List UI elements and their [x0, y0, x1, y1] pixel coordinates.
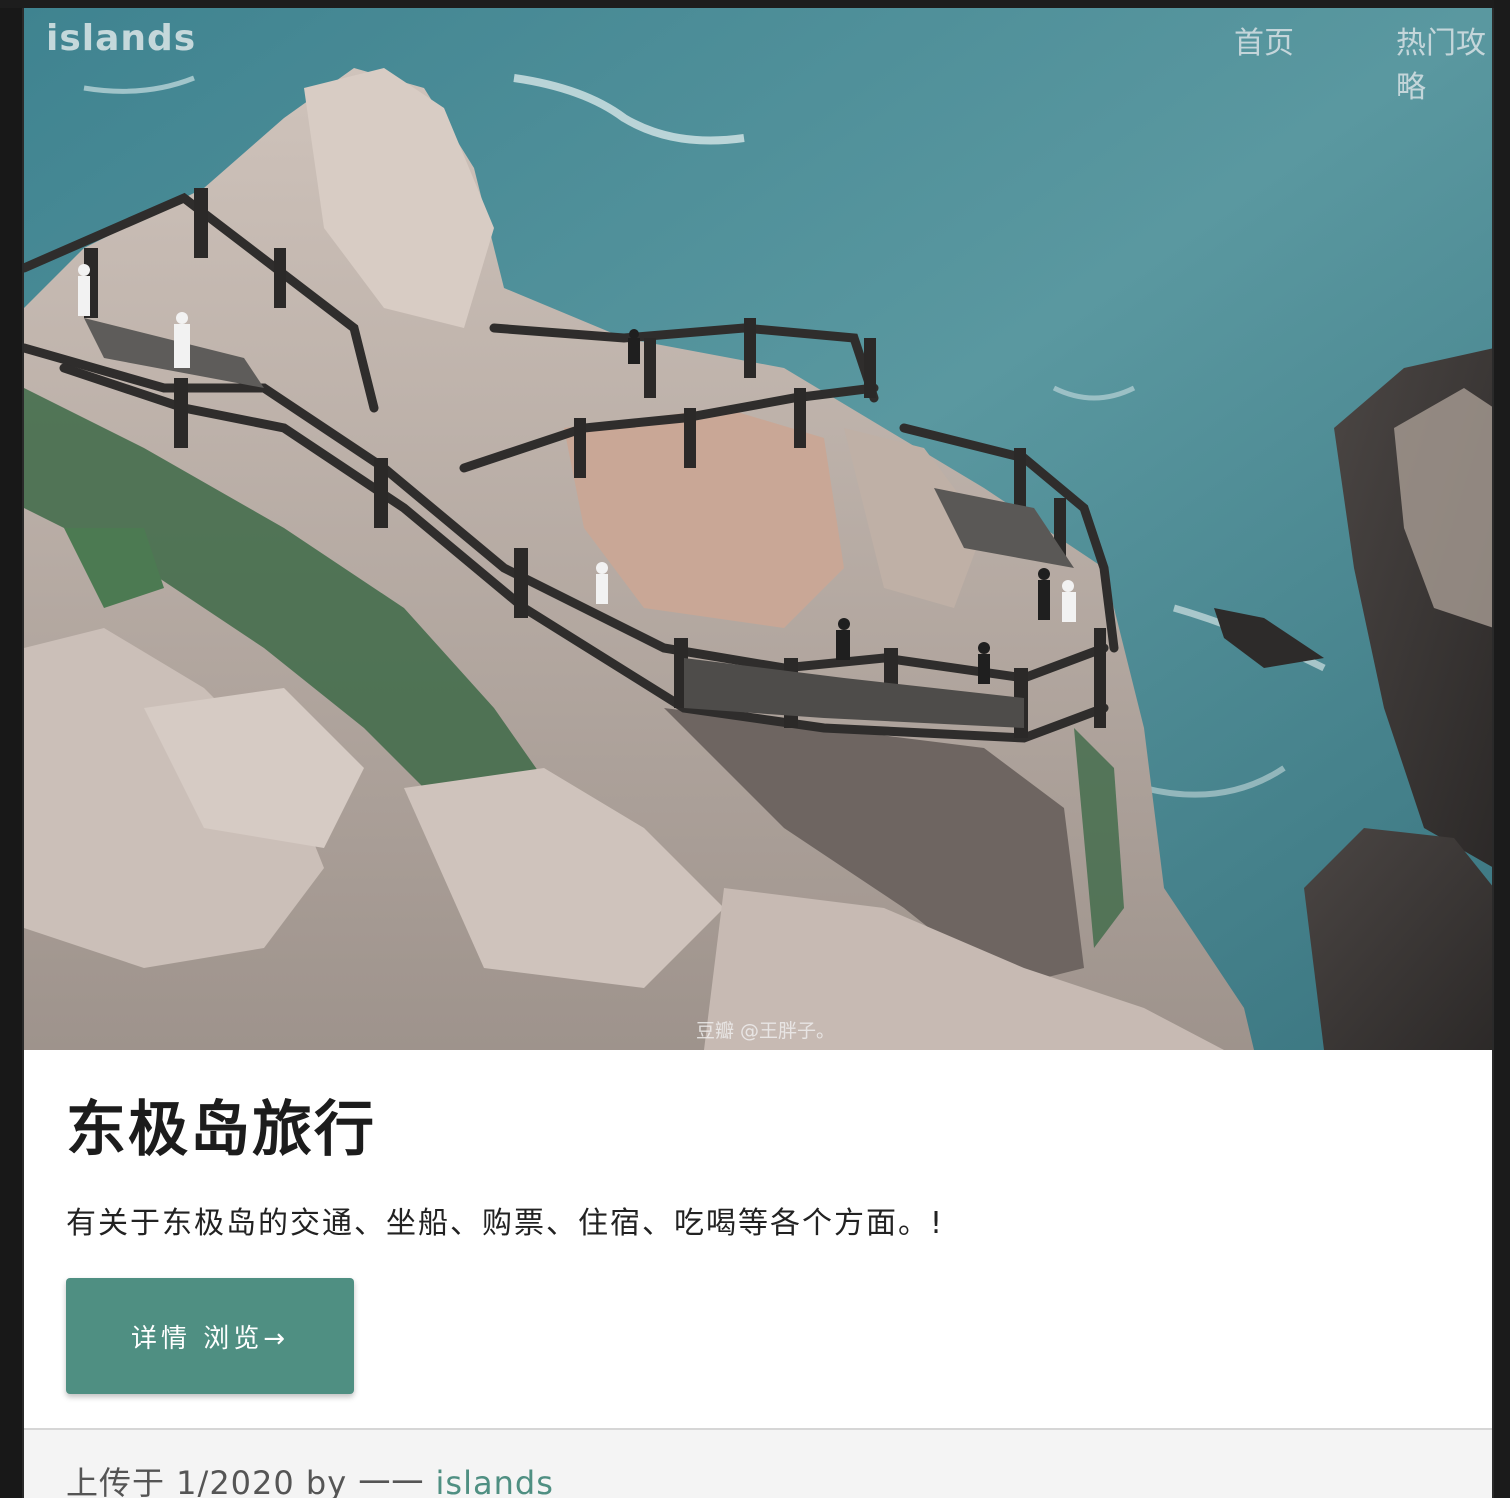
- page-frame: islands 首页 热门攻略 豆瓣 @王胖子。 东极岛旅行 有关于东极岛的交通…: [22, 8, 1494, 1498]
- window-top-edge: [0, 0, 1510, 8]
- hero-image: islands 首页 热门攻略 豆瓣 @王胖子。: [24, 8, 1492, 1050]
- author-link[interactable]: islands: [436, 1464, 554, 1498]
- hero-photo-illustration: [24, 8, 1492, 1050]
- article-card: 东极岛旅行 有关于东极岛的交通、坐船、购票、住宿、吃喝等各个方面。! 详情 浏览…: [24, 1050, 1492, 1436]
- article-description: 有关于东极岛的交通、坐船、购票、住宿、吃喝等各个方面。!: [66, 1206, 945, 1241]
- article-footer: 上传于 1/2020 by 一一 islands: [24, 1428, 1492, 1498]
- site-logo[interactable]: islands: [46, 18, 196, 59]
- image-watermark: 豆瓣 @王胖子。: [696, 1020, 836, 1042]
- upload-info: 上传于 1/2020 by 一一 islands: [66, 1458, 554, 1498]
- nav-home[interactable]: 首页: [1234, 18, 1294, 62]
- window-right-gutter: [1494, 0, 1510, 1498]
- article-title: 东极岛旅行: [66, 1095, 376, 1165]
- nav-popular-guides[interactable]: 热门攻略: [1396, 18, 1492, 106]
- upload-meta: 上传于 1/2020 by 一一: [66, 1464, 436, 1498]
- details-browse-button[interactable]: 详情 浏览→: [66, 1278, 354, 1394]
